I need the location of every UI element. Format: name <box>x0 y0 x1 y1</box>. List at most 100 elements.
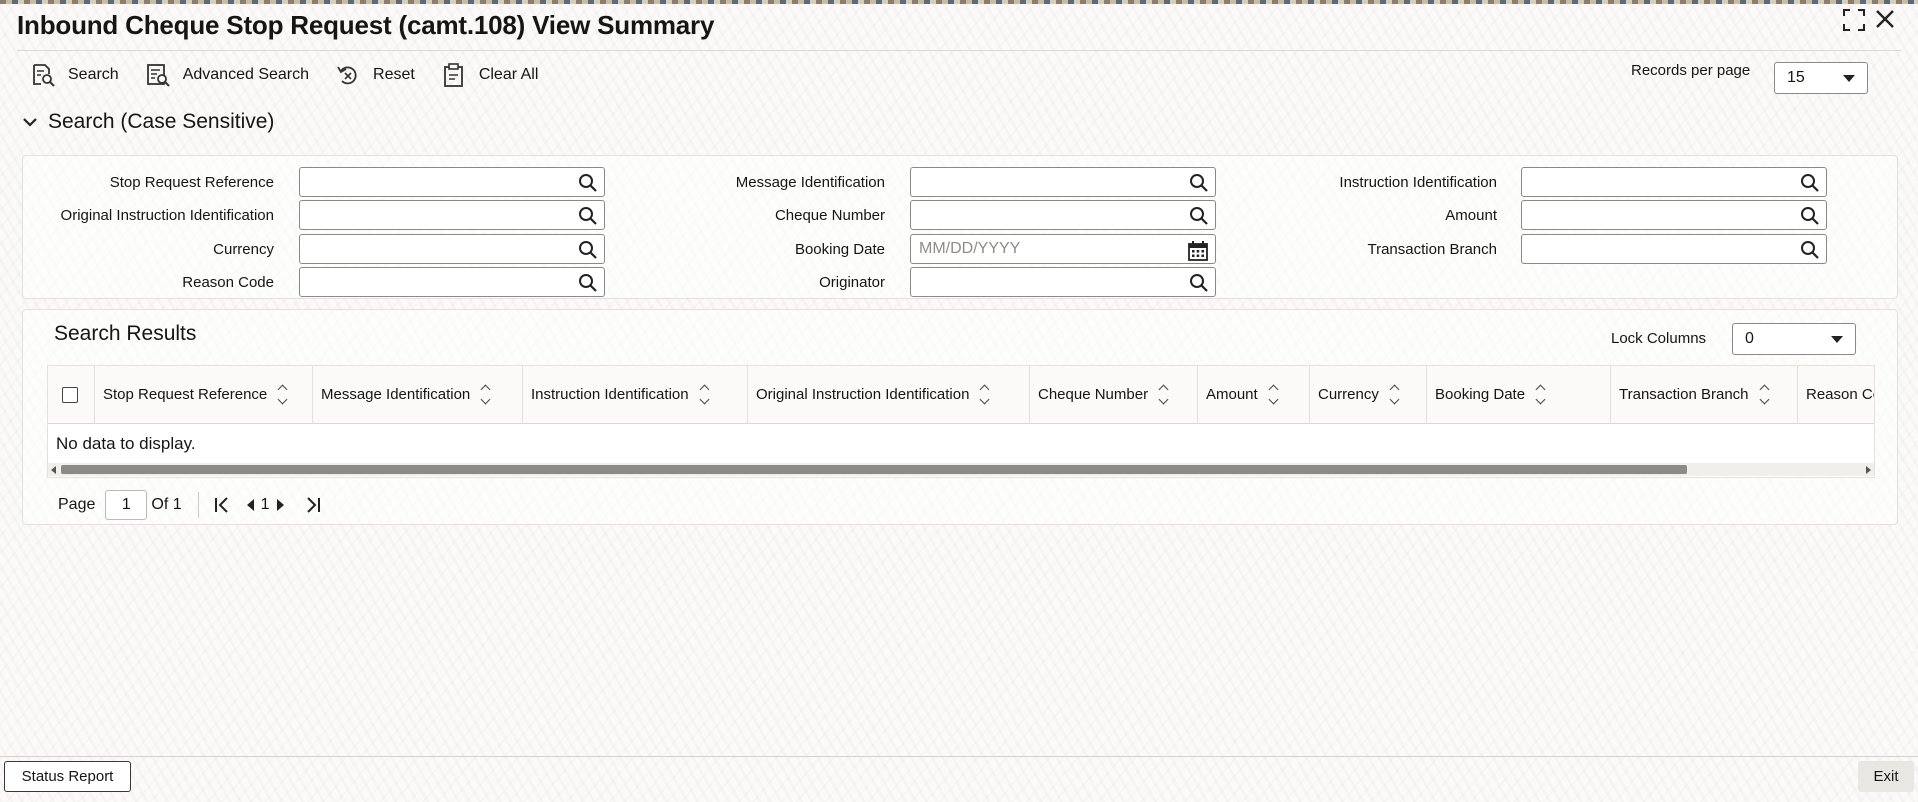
results-table: Stop Request Reference Message Identific… <box>47 365 1875 478</box>
clear-all-button[interactable]: Clear All <box>441 62 538 88</box>
select-all-checkbox[interactable] <box>62 386 78 403</box>
instruction-identification-input[interactable] <box>1522 168 1798 196</box>
no-data-message: No data to display. <box>56 434 196 453</box>
column-label: Transaction Branch <box>1619 386 1749 403</box>
horizontal-scrollbar[interactable] <box>48 463 1874 476</box>
title-divider <box>17 50 1901 51</box>
search-results-title: Search Results <box>54 322 197 345</box>
table-header: Stop Request Reference Message Identific… <box>48 366 1874 424</box>
next-page-icon[interactable] <box>276 498 286 512</box>
reset-icon <box>337 66 357 85</box>
message-identification-label: Message Identification <box>735 174 885 191</box>
scroll-left-arrow-icon[interactable] <box>51 466 56 474</box>
exit-button[interactable]: Exit <box>1858 761 1914 792</box>
column-header-message-identification[interactable]: Message Identification <box>313 366 523 423</box>
column-header-reason-code[interactable]: Reason Co <box>1798 366 1875 423</box>
currency-field <box>299 234 605 264</box>
last-page-icon[interactable] <box>304 496 322 514</box>
records-per-page-select[interactable]: 15 <box>1774 62 1868 94</box>
sort-icon <box>980 384 990 405</box>
advanced-search-button[interactable]: Advanced Search <box>145 62 309 88</box>
column-label: Booking Date <box>1435 386 1526 403</box>
original-instruction-identification-label: Original Instruction Identification <box>60 207 274 224</box>
cheque-number-label: Cheque Number <box>774 207 885 224</box>
sort-icon <box>480 384 491 405</box>
column-label: Currency <box>1318 386 1379 403</box>
column-label: Instruction Identification <box>531 386 689 403</box>
search-section-toggle[interactable]: Search (Case Sensitive) <box>22 110 274 134</box>
search-icon[interactable] <box>1800 240 1820 260</box>
column-label: Original Instruction Identification <box>756 386 970 403</box>
originator-field <box>910 267 1216 297</box>
scrollbar-thumb[interactable] <box>61 465 1687 474</box>
column-header-transaction-branch[interactable]: Transaction Branch <box>1611 366 1798 423</box>
column-label: Message Identification <box>321 386 471 403</box>
maximize-icon[interactable] <box>1842 8 1866 39</box>
search-icon[interactable] <box>578 240 598 260</box>
search-icon[interactable] <box>1189 173 1209 193</box>
status-report-label: Status Report <box>21 768 114 785</box>
page-number-value: 1 <box>121 496 131 513</box>
pagination: Page 1 Of 1 1 <box>58 490 322 520</box>
amount-input[interactable] <box>1522 201 1798 229</box>
scroll-right-arrow-icon[interactable] <box>1866 466 1871 474</box>
transaction-branch-field <box>1521 234 1827 264</box>
sort-icon <box>1759 384 1769 405</box>
advanced-search-button-label: Advanced Search <box>182 66 310 83</box>
originator-label: Originator <box>819 274 885 291</box>
lock-columns-select[interactable]: 0 <box>1732 323 1856 355</box>
originator-input[interactable] <box>911 268 1187 296</box>
instruction-identification-field <box>1521 167 1827 197</box>
column-header-cheque-number[interactable]: Cheque Number <box>1030 366 1198 423</box>
reason-code-field <box>299 267 605 297</box>
column-header-booking-date[interactable]: Booking Date <box>1427 366 1611 423</box>
currency-input[interactable] <box>300 235 576 263</box>
toolbar: Search Advanced Search Reset Clear All <box>30 60 564 90</box>
original-instruction-identification-input[interactable] <box>300 201 576 229</box>
column-header-stop-request-reference[interactable]: Stop Request Reference <box>95 366 313 423</box>
first-page-icon[interactable] <box>213 496 231 514</box>
stop-request-reference-input[interactable] <box>300 168 576 196</box>
page-number-input[interactable]: 1 <box>105 490 148 520</box>
search-form-icon <box>33 64 55 87</box>
reset-button-label: Reset <box>373 66 415 83</box>
cheque-number-input[interactable] <box>911 201 1187 229</box>
column-header-amount[interactable]: Amount <box>1198 366 1310 423</box>
page-title: Inbound Cheque Stop Request (camt.108) V… <box>17 10 715 40</box>
close-window-icon[interactable] <box>1874 8 1896 37</box>
message-identification-input[interactable] <box>911 168 1187 196</box>
column-header-currency[interactable]: Currency <box>1310 366 1427 423</box>
stop-request-reference-label: Stop Request Reference <box>109 174 274 191</box>
search-icon[interactable] <box>1800 173 1820 193</box>
calendar-icon[interactable] <box>1187 240 1209 262</box>
search-icon[interactable] <box>578 273 598 293</box>
search-icon[interactable] <box>1189 206 1209 226</box>
instruction-identification-label: Instruction Identification <box>1339 174 1497 191</box>
search-section-title: Search (Case Sensitive) <box>48 110 275 133</box>
search-icon[interactable] <box>578 173 598 193</box>
reset-button[interactable]: Reset <box>335 62 415 88</box>
amount-label: Amount <box>1445 207 1497 224</box>
exit-label: Exit <box>1873 768 1899 785</box>
search-icon[interactable] <box>578 206 598 226</box>
reason-code-input[interactable] <box>300 268 576 296</box>
lock-columns-label: Lock Columns <box>1611 330 1707 347</box>
column-header-instruction-identification[interactable]: Instruction Identification <box>523 366 748 423</box>
booking-date-field <box>910 234 1216 264</box>
search-icon[interactable] <box>1800 206 1820 226</box>
page-label: Page <box>58 496 96 513</box>
column-header-original-instruction-identification[interactable]: Original Instruction Identification <box>748 366 1030 423</box>
transaction-branch-input[interactable] <box>1522 235 1798 263</box>
amount-field <box>1521 200 1827 230</box>
footer-divider <box>0 756 1918 757</box>
records-per-page-value: 15 <box>1787 69 1805 86</box>
sort-icon <box>277 384 288 405</box>
column-label: Reason Co <box>1806 386 1875 403</box>
search-icon[interactable] <box>1189 273 1209 293</box>
previous-page-icon[interactable] <box>245 498 255 512</box>
booking-date-input[interactable] <box>911 235 1187 263</box>
status-report-button[interactable]: Status Report <box>4 761 131 792</box>
search-button[interactable]: Search <box>30 62 119 88</box>
clipboard-clear-icon <box>443 63 463 87</box>
select-all-cell <box>48 366 95 423</box>
